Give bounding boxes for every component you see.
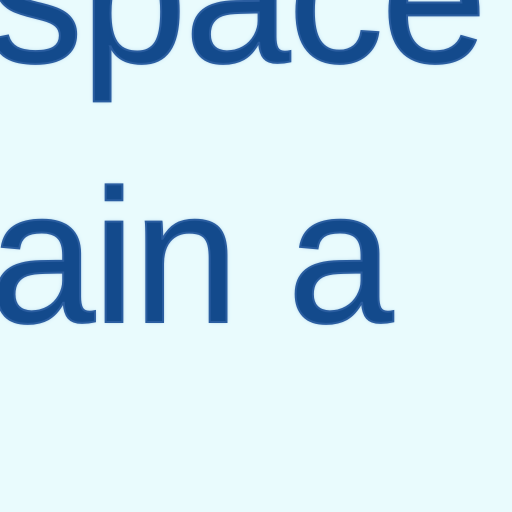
text-line-bottom: rain a <box>0 151 394 363</box>
zoomed-text-view: space rain a <box>0 0 512 512</box>
text-line-top: space <box>0 0 488 93</box>
